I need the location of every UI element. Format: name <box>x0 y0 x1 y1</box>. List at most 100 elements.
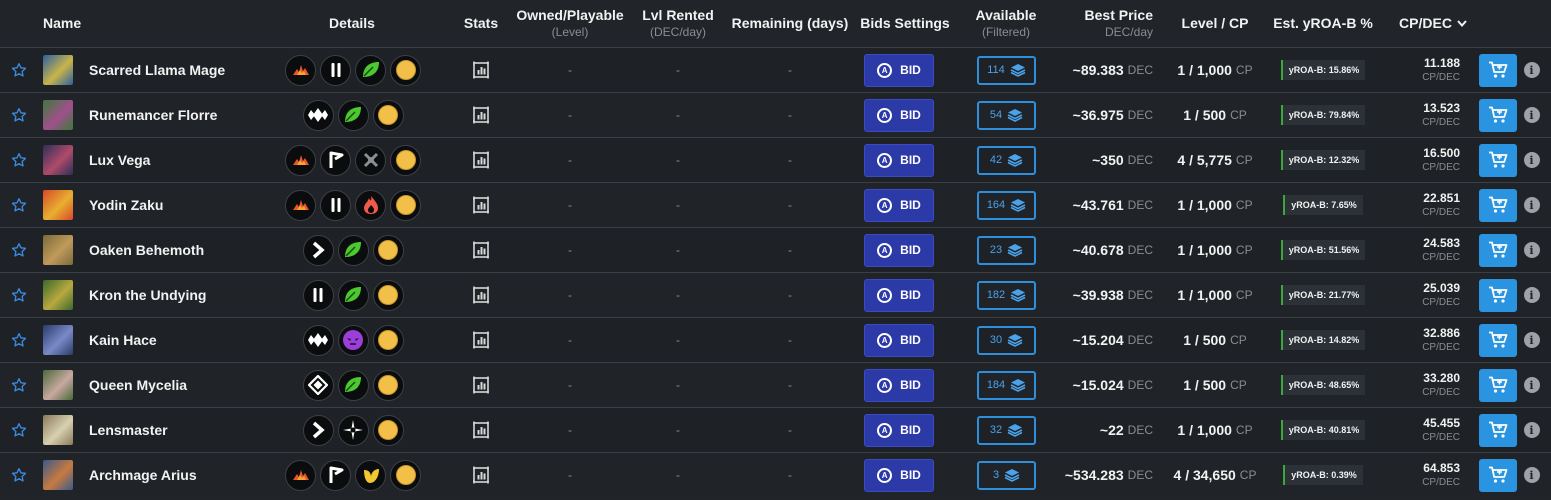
card-thumbnail[interactable] <box>43 273 73 317</box>
bid-button[interactable]: A BID <box>864 98 934 132</box>
stats-icon[interactable] <box>470 363 492 407</box>
available-button[interactable]: 42 <box>977 145 1036 175</box>
card-details <box>270 453 436 497</box>
card-name[interactable]: Runemancer Florre <box>89 93 217 137</box>
favorite-star-icon[interactable] <box>10 273 28 317</box>
card-thumbnail[interactable] <box>43 363 73 407</box>
card-name[interactable]: Scarred Llama Mage <box>89 48 225 92</box>
owned-value: - <box>568 153 572 167</box>
available-button[interactable]: 114 <box>977 55 1036 85</box>
bid-button[interactable]: A BID <box>864 278 934 312</box>
favorite-star-icon[interactable] <box>10 228 28 272</box>
stats-icon[interactable] <box>470 273 492 317</box>
add-to-cart-button[interactable] <box>1479 368 1517 402</box>
available-button[interactable]: 32 <box>977 415 1036 445</box>
card-name[interactable]: Archmage Arius <box>89 453 197 497</box>
yroa-badge: yROA-B: 51.56% <box>1280 240 1366 260</box>
info-icon[interactable]: i <box>1523 242 1540 258</box>
favorite-star-icon[interactable] <box>10 48 28 92</box>
card-name[interactable]: Queen Mycelia <box>89 363 187 407</box>
info-icon[interactable]: i <box>1523 152 1540 168</box>
bid-button[interactable]: A BID <box>864 53 934 87</box>
favorite-star-icon[interactable] <box>10 363 28 407</box>
auction-icon: A <box>877 287 893 303</box>
card-name[interactable]: Kain Hace <box>89 318 157 362</box>
card-thumbnail[interactable] <box>43 318 73 362</box>
favorite-star-icon[interactable] <box>10 318 28 362</box>
add-to-cart-button[interactable] <box>1479 143 1517 177</box>
add-to-cart-button[interactable] <box>1479 233 1517 267</box>
header-lvl-rented[interactable]: Lvl Rented (DEC/day) <box>628 0 728 47</box>
add-to-cart-button[interactable] <box>1479 188 1517 222</box>
stats-icon[interactable] <box>470 228 492 272</box>
available-button[interactable]: 3 <box>977 460 1036 490</box>
speed-icon <box>302 414 334 446</box>
bid-button[interactable]: A BID <box>864 368 934 402</box>
info-icon[interactable]: i <box>1523 62 1540 78</box>
add-to-cart-button[interactable] <box>1479 53 1517 87</box>
favorite-star-icon[interactable] <box>10 408 28 452</box>
lvl-rented-value: - <box>676 423 680 437</box>
owned-value: - <box>568 243 572 257</box>
header-available[interactable]: Available (Filtered) <box>965 0 1047 47</box>
card-name[interactable]: Lensmaster <box>89 408 168 452</box>
add-to-cart-button[interactable] <box>1479 458 1517 492</box>
table-row-5: Oaken Behemoth - - - A BID 23 ~40.678 DEC… <box>0 227 1551 272</box>
bid-button[interactable]: A BID <box>864 323 934 357</box>
add-to-cart-button[interactable] <box>1479 413 1517 447</box>
favorite-star-icon[interactable] <box>10 93 28 137</box>
available-button[interactable]: 184 <box>977 370 1036 400</box>
stats-icon[interactable] <box>470 183 492 227</box>
header-level-cp[interactable]: Level / CP <box>1160 0 1270 47</box>
cpdec-value: 13.523 CP/DEC <box>1422 100 1460 128</box>
favorite-star-icon[interactable] <box>10 453 28 497</box>
header-yroa[interactable]: Est. yROA-B % <box>1268 0 1378 47</box>
stats-icon[interactable] <box>470 318 492 362</box>
available-button[interactable]: 164 <box>977 190 1036 220</box>
header-best-price[interactable]: Best Price DEC/day <box>1063 0 1153 47</box>
info-icon[interactable]: i <box>1523 422 1540 438</box>
card-thumbnail[interactable] <box>43 138 73 182</box>
available-button[interactable]: 54 <box>977 100 1036 130</box>
info-icon[interactable]: i <box>1523 332 1540 348</box>
stats-icon[interactable] <box>470 93 492 137</box>
available-button[interactable]: 182 <box>977 280 1036 310</box>
card-thumbnail[interactable] <box>43 228 73 272</box>
add-to-cart-button[interactable] <box>1479 98 1517 132</box>
bid-button[interactable]: A BID <box>864 143 934 177</box>
favorite-star-icon[interactable] <box>10 183 28 227</box>
card-thumbnail[interactable] <box>43 453 73 497</box>
card-thumbnail[interactable] <box>43 408 73 452</box>
card-name[interactable]: Kron the Undying <box>89 273 206 317</box>
favorite-star-icon[interactable] <box>10 138 28 182</box>
info-icon[interactable]: i <box>1523 107 1540 123</box>
card-name[interactable]: Lux Vega <box>89 138 150 182</box>
stats-icon[interactable] <box>470 138 492 182</box>
bid-button[interactable]: A BID <box>864 233 934 267</box>
bid-button[interactable]: A BID <box>864 458 934 492</box>
stats-icon[interactable] <box>470 48 492 92</box>
info-icon[interactable]: i <box>1523 197 1540 213</box>
info-icon[interactable]: i <box>1523 467 1540 483</box>
header-remaining[interactable]: Remaining (days) <box>730 0 850 47</box>
available-button[interactable]: 23 <box>977 235 1036 265</box>
bid-button[interactable]: A BID <box>864 413 934 447</box>
card-thumbnail[interactable] <box>43 183 73 227</box>
card-name[interactable]: Yodin Zaku <box>89 183 163 227</box>
available-button[interactable]: 30 <box>977 325 1036 355</box>
bid-button[interactable]: A BID <box>864 188 934 222</box>
remaining-value: - <box>788 423 792 437</box>
earth-splinter-icon <box>355 54 386 86</box>
header-name[interactable]: Name <box>43 0 81 47</box>
stats-icon[interactable] <box>470 453 492 497</box>
card-name[interactable]: Oaken Behemoth <box>89 228 204 272</box>
stats-icon[interactable] <box>470 408 492 452</box>
header-cpdec[interactable]: CP/DEC <box>1393 0 1473 47</box>
info-icon[interactable]: i <box>1523 287 1540 303</box>
add-to-cart-button[interactable] <box>1479 323 1517 357</box>
header-owned[interactable]: Owned/Playable (Level) <box>515 0 625 47</box>
card-thumbnail[interactable] <box>43 93 73 137</box>
add-to-cart-button[interactable] <box>1479 278 1517 312</box>
info-icon[interactable]: i <box>1523 377 1540 393</box>
card-thumbnail[interactable] <box>43 48 73 92</box>
